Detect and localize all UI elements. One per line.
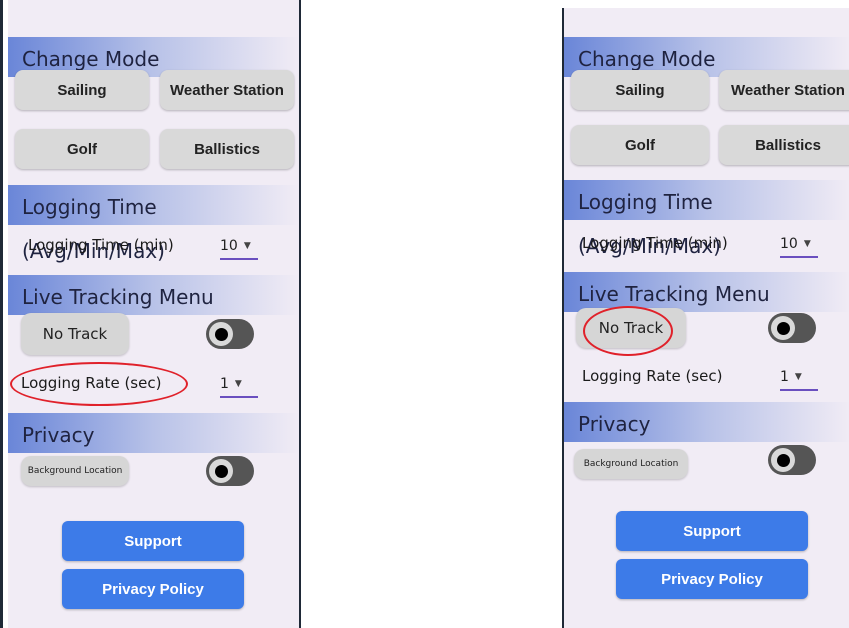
privacy-header: Privacy [564,402,849,442]
golf-button[interactable]: Golf [15,129,149,169]
toggle-dot-icon [214,464,228,478]
logging-time-value: 10 [780,236,798,252]
chevron-down-icon: ▼ [243,241,251,251]
logging-rate-label: Logging Rate (sec) [582,367,723,385]
live-tracking-toggle[interactable] [768,313,816,343]
privacy-header: Privacy [8,413,299,453]
chevron-down-icon: ▼ [794,372,802,382]
live-tracking-header: Live Tracking Menu [564,272,849,312]
toggle-knob [209,322,233,346]
privacy-toggle[interactable] [768,445,816,475]
toggle-knob [771,316,795,340]
logging-time-header: Logging Time (Avg/Min/Max) [8,185,299,263]
chevron-down-icon: ▼ [803,239,811,249]
toggle-dot-icon [776,321,790,335]
no-track-button[interactable]: No Track [21,313,129,355]
toggle-dot-icon [776,453,790,467]
sailing-button[interactable]: Sailing [571,70,709,110]
settings-panel-right: Change Mode Sailing Weather Station Golf… [562,8,849,628]
left-edge-divider [0,0,3,628]
weather-station-button[interactable]: Weather Station [160,70,294,110]
weather-station-button[interactable]: Weather Station [719,70,849,110]
logging-rate-value: 1 [780,369,789,385]
logging-rate-label: Logging Rate (sec) [21,374,162,392]
logging-time-dropdown[interactable]: 10 ▼ [780,232,818,258]
support-button[interactable]: Support [616,511,808,551]
toggle-dot-icon [214,327,228,341]
logging-time-label: Logging Time (min) [28,236,174,254]
logging-rate-dropdown[interactable]: 1 ▼ [220,372,258,398]
sailing-button[interactable]: Sailing [15,70,149,110]
golf-button[interactable]: Golf [571,125,709,165]
privacy-policy-button[interactable]: Privacy Policy [616,559,808,599]
no-track-button[interactable]: No Track [576,308,686,348]
background-location-button[interactable]: Background Location [21,456,129,486]
logging-rate-value: 1 [220,376,229,392]
live-tracking-header: Live Tracking Menu [8,275,299,315]
logging-time-header: Logging Time (Avg/Min/Max) [564,180,849,258]
logging-time-label: Logging Time (min) [582,234,728,252]
background-location-button[interactable]: Background Location [574,449,688,479]
toggle-knob [771,448,795,472]
chevron-down-icon: ▼ [234,379,242,389]
logging-rate-dropdown[interactable]: 1 ▼ [780,365,818,391]
settings-panel-left: Change Mode Sailing Weather Station Golf… [8,0,301,628]
privacy-toggle[interactable] [206,456,254,486]
logging-time-dropdown[interactable]: 10 ▼ [220,234,258,260]
toggle-knob [209,459,233,483]
ballistics-button[interactable]: Ballistics [160,129,294,169]
support-button[interactable]: Support [62,521,244,561]
logging-time-value: 10 [220,238,238,254]
ballistics-button[interactable]: Ballistics [719,125,849,165]
privacy-policy-button[interactable]: Privacy Policy [62,569,244,609]
live-tracking-toggle[interactable] [206,319,254,349]
